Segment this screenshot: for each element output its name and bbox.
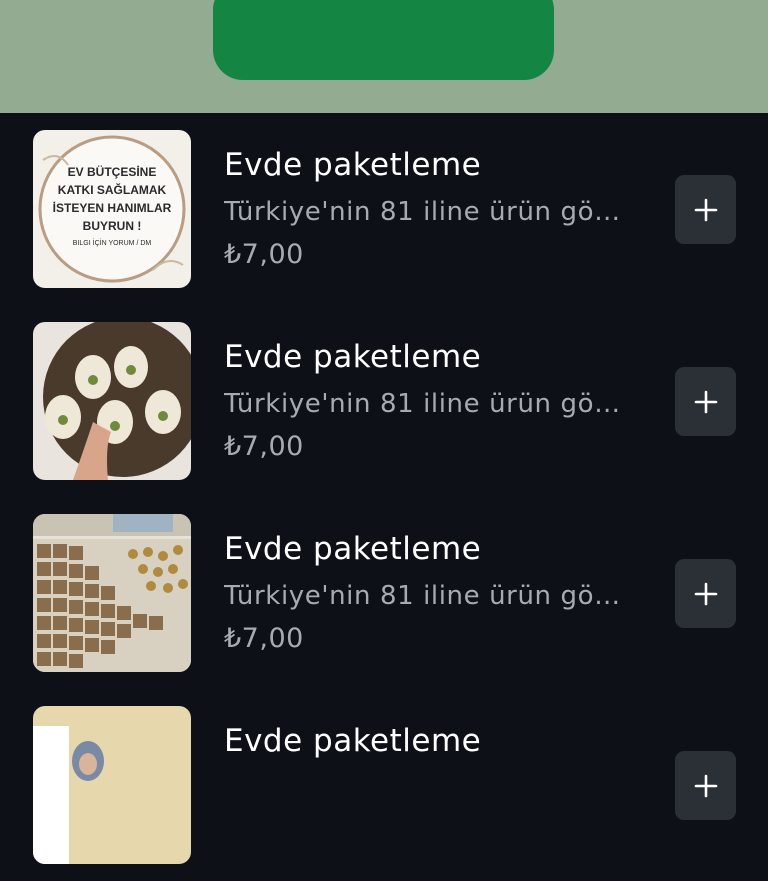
promo-line-1: EV BÜTÇESİNE [68, 164, 157, 179]
product-image [33, 514, 191, 672]
plus-icon [694, 198, 717, 221]
product-price: ₺7,00 [224, 239, 304, 270]
product-description: Türkiye'nin 81 iline ürün gönderimi [224, 389, 624, 419]
add-to-cart-button[interactable] [675, 559, 736, 628]
product-item[interactable]: Evde paketleme Türkiye'nin 81 iline ürün… [0, 305, 768, 497]
promo-line-4: BUYRUN ! [83, 219, 142, 233]
promo-line-3: İSTEYEN HANIMLAR [53, 200, 172, 215]
promo-line-2: KATKI SAĞLAMAK [58, 182, 167, 197]
promo-image: EV BÜTÇESİNE KATKI SAĞLAMAK İSTEYEN HANI… [33, 130, 191, 288]
product-price: ₺7,00 [224, 623, 304, 654]
product-title: Evde paketleme [224, 339, 482, 375]
soap-cubes-image [33, 514, 191, 672]
product-price: ₺7,00 [224, 431, 304, 462]
product-title: Evde paketleme [224, 147, 482, 183]
product-image: EV BÜTÇESİNE KATKI SAĞLAMAK İSTEYEN HANI… [33, 130, 191, 288]
add-to-cart-button[interactable] [675, 367, 736, 436]
product-list: EV BÜTÇESİNE KATKI SAĞLAMAK İSTEYEN HANI… [0, 113, 768, 864]
add-to-cart-button[interactable] [675, 751, 736, 820]
product-item[interactable]: EV BÜTÇESİNE KATKI SAĞLAMAK İSTEYEN HANI… [0, 113, 768, 305]
promo-line-5: BILGI İÇİN YORUM / DM [73, 238, 152, 247]
product-description: Türkiye'nin 81 iline ürün gönderimi [224, 197, 624, 227]
plus-icon [694, 390, 717, 413]
product-description: Türkiye'nin 81 iline ürün gönderimi [224, 581, 624, 611]
product-image [33, 706, 191, 864]
header-band [0, 0, 768, 113]
product-item[interactable]: Evde paketleme Türkiye'nin 81 iline ürün… [0, 497, 768, 689]
primary-action-button[interactable] [213, 0, 554, 80]
lavender-sachets-image [33, 322, 191, 480]
plus-icon [694, 582, 717, 605]
product-image [33, 322, 191, 480]
product-item[interactable]: Evde paketleme [0, 689, 768, 881]
product-title: Evde paketleme [224, 531, 482, 567]
product-title: Evde paketleme [224, 723, 482, 759]
person-photo-image [33, 706, 191, 864]
plus-icon [694, 774, 717, 797]
add-to-cart-button[interactable] [675, 175, 736, 244]
